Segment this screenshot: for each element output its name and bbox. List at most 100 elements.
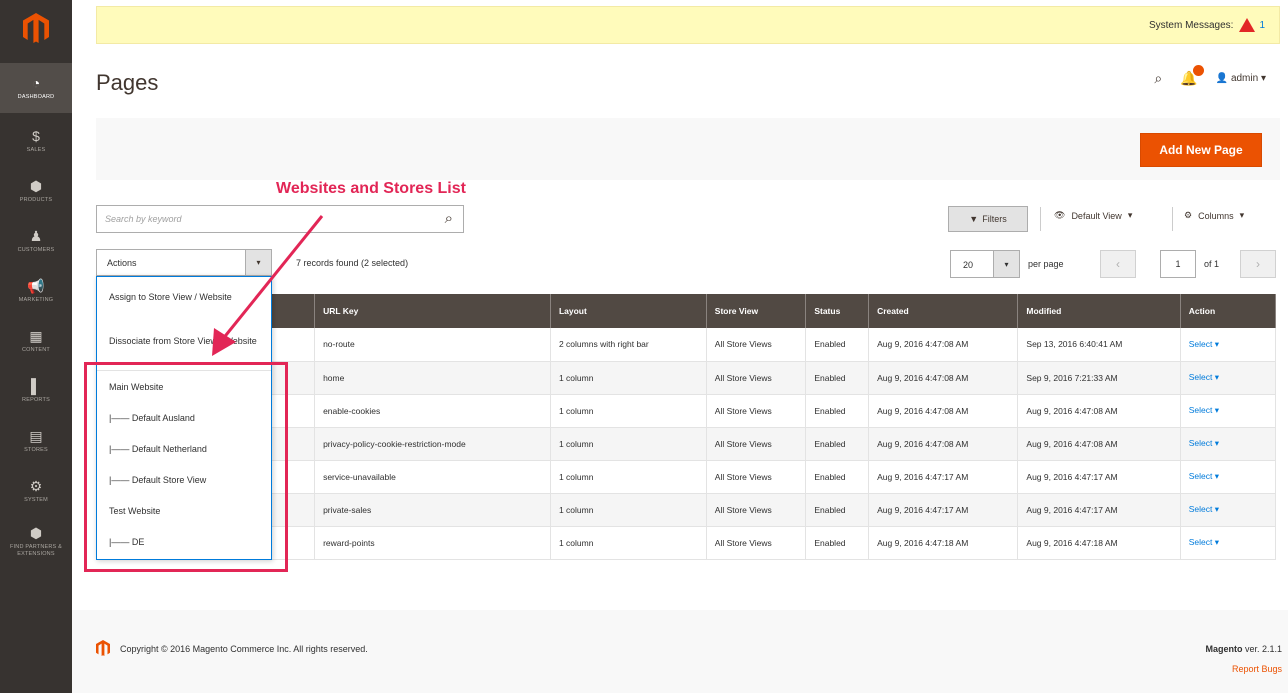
cell-store: All Store Views — [706, 427, 807, 461]
person-icon: ♟ — [29, 228, 43, 244]
column-header[interactable]: Layout — [550, 294, 707, 328]
sidebar-item-find[interactable]: ⬢ FIND PARTNERS & EXTENSIONS — [0, 516, 72, 566]
search-input[interactable]: Search by keyword — [105, 214, 182, 224]
default-view-button[interactable]: 👁 Default View ▾ — [1054, 210, 1132, 221]
per-page-select[interactable]: 20 ▾ — [950, 250, 1020, 278]
action-dissociate-store-view[interactable]: Dissociate from Store View / Website — [109, 335, 265, 348]
filters-label: Filters — [982, 214, 1007, 224]
cell-store: All Store Views — [706, 526, 807, 560]
cell-layout: 1 column — [550, 427, 707, 461]
sidebar-item-sales[interactable]: $ SALES — [0, 116, 72, 166]
user-menu[interactable]: 👤 admin ▾ — [1216, 73, 1266, 84]
sidebar-item-reports[interactable]: ▌ REPORTS — [0, 366, 72, 416]
sidebar-item-marketing[interactable]: 📢 MARKETING — [0, 266, 72, 316]
cell-url: service-unavailable — [314, 460, 551, 494]
search-icon[interactable]: ⌕ — [1154, 70, 1162, 87]
sidebar-item-dashboard[interactable]: ◔ DASHBOARD — [0, 63, 72, 113]
cell-layout: 1 column — [550, 394, 707, 428]
columns-label: Columns — [1198, 210, 1234, 221]
cell-url: enable-cookies — [314, 394, 551, 428]
brand-name: Magento — [1205, 644, 1243, 654]
filters-button[interactable]: ▼ Filters — [948, 206, 1028, 232]
columns-button[interactable]: ⚙ Columns ▾ — [1184, 210, 1244, 221]
magento-footer-logo-icon — [96, 640, 110, 656]
table-row[interactable]: no-route 2 columns with right bar All Stor… — [96, 328, 1277, 362]
notifications-bell-icon[interactable]: 🔔 — [1180, 65, 1204, 87]
per-page-label: per page — [1028, 259, 1064, 269]
chevron-down-icon[interactable]: ▾ — [245, 250, 271, 275]
sidebar-item-system[interactable]: ⚙ SYSTEM — [0, 466, 72, 516]
row-action-select[interactable]: Select ▾ — [1180, 328, 1277, 362]
chevron-right-icon: › — [1256, 257, 1260, 271]
cell-url: reward-points — [314, 526, 551, 560]
cube-icon: ⬢ — [29, 178, 43, 194]
report-bugs-link[interactable]: Report Bugs — [1232, 664, 1282, 674]
warning-icon[interactable] — [1239, 18, 1256, 32]
cell-created: Aug 9, 2016 4:47:17 AM — [868, 493, 1019, 527]
cell-layout: 1 column — [550, 493, 707, 527]
sidebar-item-label: SYSTEM — [24, 497, 48, 503]
actions-label: Actions — [107, 258, 137, 268]
cell-created: Aug 9, 2016 4:47:18 AM — [868, 526, 1019, 560]
actions-select[interactable]: Actions ▾ — [96, 249, 272, 276]
chevron-down-icon: ▾ — [1260, 73, 1266, 84]
add-new-page-button[interactable]: Add New Page — [1140, 133, 1262, 167]
funnel-icon: ▼ — [969, 214, 979, 224]
row-action-select[interactable]: Select ▾ — [1180, 427, 1277, 461]
admin-sidebar: ◔ DASHBOARD $ SALES ⬢ PRODUCTS ♟ CUSTOMERS 📢 MARK… — [0, 0, 72, 693]
magento-logo[interactable] — [0, 0, 72, 56]
cell-created: Aug 9, 2016 4:47:08 AM — [868, 394, 1019, 428]
previous-page-button[interactable]: ‹ — [1100, 250, 1136, 278]
search-box[interactable]: Search by keyword ⌕ — [96, 205, 464, 233]
cell-modified: Aug 9, 2016 4:47:17 AM — [1017, 460, 1181, 494]
cell-status: Enabled — [805, 493, 870, 527]
sidebar-item-products[interactable]: ⬢ PRODUCTS — [0, 166, 72, 216]
column-header[interactable]: Status — [805, 294, 870, 328]
magento-logo-icon — [23, 13, 49, 43]
megaphone-icon: 📢 — [27, 278, 45, 294]
page-number-input[interactable]: 1 — [1160, 250, 1196, 278]
cell-layout: 1 column — [550, 361, 707, 395]
column-header[interactable]: Store View — [706, 294, 807, 328]
cell-layout: 2 columns with right bar — [550, 328, 707, 362]
system-messages-count[interactable]: 1 — [1259, 20, 1265, 31]
notification-badge — [1192, 65, 1204, 76]
cell-store: All Store Views — [706, 394, 807, 428]
action-assign-store-view[interactable]: Assign to Store View / Website — [109, 291, 265, 304]
cell-url: home — [314, 361, 551, 395]
page-actions-bar: Add New Page — [96, 118, 1280, 180]
user-name: admin — [1230, 73, 1259, 84]
cell-modified: Aug 9, 2016 4:47:17 AM — [1017, 493, 1181, 527]
next-page-button[interactable]: › — [1240, 250, 1276, 278]
gear-icon: ⚙ — [29, 478, 43, 494]
sidebar-item-label: FIND PARTNERS & EXTENSIONS — [10, 543, 62, 557]
cell-store: All Store Views — [706, 361, 807, 395]
chevron-down-icon[interactable]: ▾ — [993, 251, 1019, 277]
column-header[interactable]: Action — [1180, 294, 1277, 328]
cell-status: Enabled — [805, 328, 870, 362]
footer: Copyright © 2016 Magento Commerce Inc. A… — [72, 610, 1288, 693]
cell-modified: Sep 13, 2016 6:40:41 AM — [1017, 328, 1181, 362]
cell-store: All Store Views — [706, 493, 807, 527]
column-header[interactable]: Modified — [1017, 294, 1181, 328]
cell-status: Enabled — [805, 526, 870, 560]
user-icon: 👤 — [1215, 73, 1229, 84]
row-action-select[interactable]: Select ▾ — [1180, 526, 1277, 560]
column-header[interactable]: URL Key — [314, 294, 551, 328]
sidebar-item-stores[interactable]: ▤ STORES — [0, 416, 72, 466]
column-header[interactable]: Created — [868, 294, 1019, 328]
default-view-label: Default View — [1071, 210, 1122, 221]
annotation-highlight-box — [84, 362, 288, 572]
row-action-select[interactable]: Select ▾ — [1180, 394, 1277, 428]
sidebar-item-label: STORES — [24, 447, 48, 453]
sidebar-item-customers[interactable]: ♟ CUSTOMERS — [0, 216, 72, 266]
search-icon[interactable]: ⌕ — [445, 210, 453, 227]
cell-modified: Aug 9, 2016 4:47:08 AM — [1017, 427, 1181, 461]
sidebar-item-content[interactable]: ▦ CONTENT — [0, 316, 72, 366]
row-action-select[interactable]: Select ▾ — [1180, 493, 1277, 527]
row-action-select[interactable]: Select ▾ — [1180, 361, 1277, 395]
chevron-down-icon: ▾ — [1239, 210, 1245, 220]
sidebar-item-label: CONTENT — [22, 347, 50, 353]
row-action-select[interactable]: Select ▾ — [1180, 460, 1277, 494]
cell-created: Aug 9, 2016 4:47:17 AM — [868, 460, 1019, 494]
